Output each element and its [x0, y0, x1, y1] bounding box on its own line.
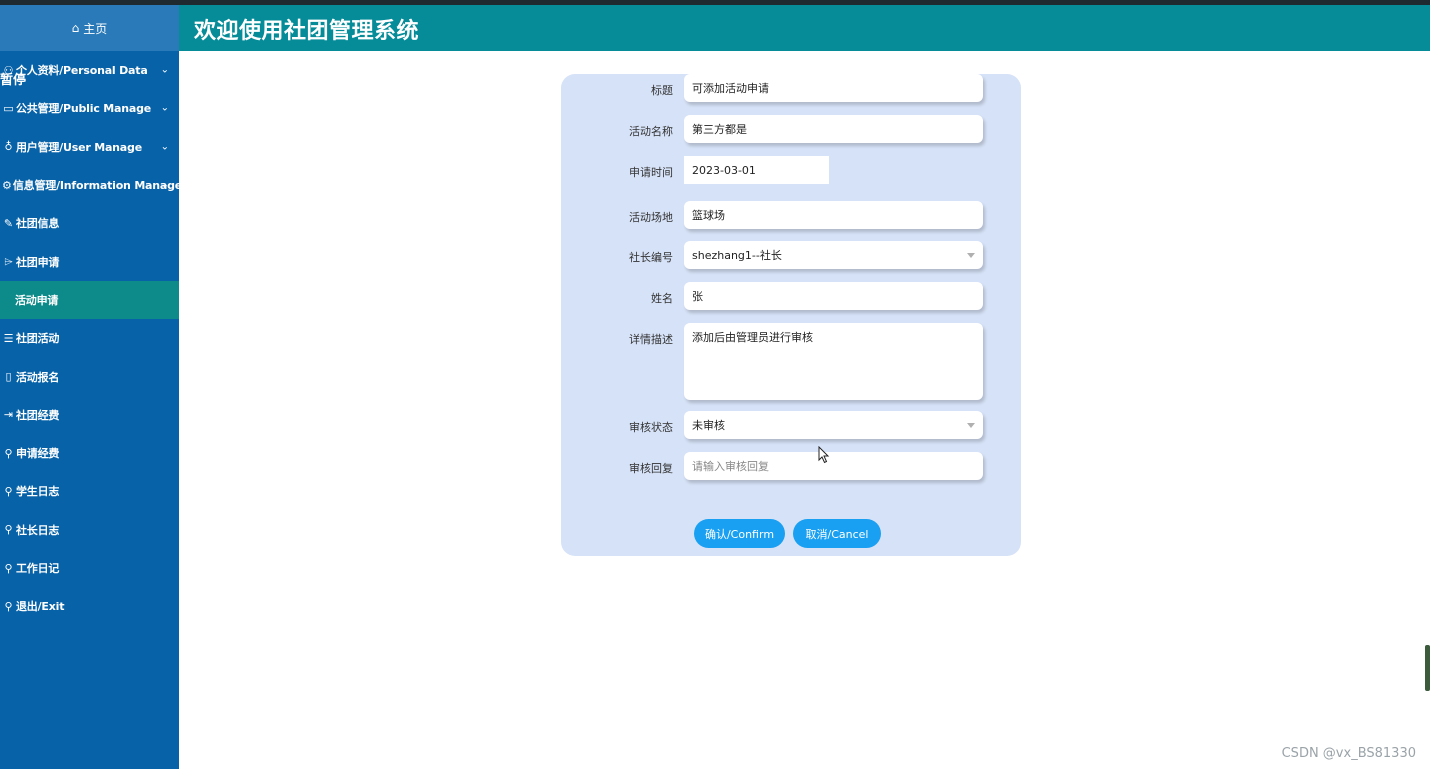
sidebar-item-label: 社团经费	[16, 408, 60, 422]
confirm-button[interactable]: 确认/Confirm	[694, 519, 785, 548]
sidebar-item[interactable]: ✎ 社团信息	[0, 204, 179, 242]
review-status-label: 审核状态	[629, 421, 673, 434]
sidebar-home[interactable]: ⌂ 主页	[0, 5, 179, 51]
sidebar-item[interactable]: ▯ 活动报名	[0, 357, 179, 395]
sidebar-item[interactable]: ☰ 社团活动	[0, 319, 179, 357]
sidebar-item-label: 社团活动	[16, 332, 60, 346]
leader-id-select[interactable]: shezhang1--社长	[684, 241, 983, 269]
venue-input[interactable]: 篮球场	[684, 201, 983, 229]
venue-label: 活动场地	[629, 211, 673, 224]
sidebar-item-label: 信息管理/Information Manage	[12, 179, 179, 193]
activity-apply-form: 标题 可添加活动申请 活动名称 第三方都是 申请时间 2023-03-01 活动…	[561, 74, 1021, 556]
main-content: 标题 可添加活动申请 活动名称 第三方都是 申请时间 2023-03-01 活动…	[179, 51, 1430, 769]
sidebar: ⌂ 主页 ⚇ 个人资料/Personal Data ⌄ ▭ 公共管理/Public Ma…	[0, 5, 179, 769]
cancel-button[interactable]: 取消/Cancel	[793, 519, 881, 548]
home-icon: ⌂	[71, 21, 80, 35]
title-input[interactable]: 可添加活动申请	[684, 74, 983, 102]
mouse-cursor-icon	[818, 446, 830, 464]
page-title: 欢迎使用社团管理系统	[194, 19, 420, 44]
sidebar-item[interactable]: ⚲ 社长日志	[0, 511, 179, 549]
sidebar-item-label: 活动申请	[15, 293, 59, 307]
leader-id-selected-value: shezhang1--社长	[692, 249, 782, 262]
sidebar-item[interactable]: ⚲ 申请经费	[0, 434, 179, 472]
sidebar-item-label: 社团信息	[16, 217, 60, 231]
name-label: 姓名	[651, 292, 673, 305]
apply-time-label: 申请时间	[629, 166, 673, 179]
sidebar-item[interactable]: ⚇ 个人资料/Personal Data ⌄	[0, 51, 179, 89]
activity-name-input[interactable]: 第三方都是	[684, 115, 983, 143]
chevron-down-icon: ⌄	[160, 102, 169, 114]
user-list-icon: ⚲	[4, 561, 13, 575]
sidebar-home-label: 主页	[83, 21, 108, 36]
user-list-icon: ⚲	[4, 523, 13, 537]
name-input[interactable]: 张	[684, 282, 983, 310]
sidebar-item[interactable]: ▭ 公共管理/Public Manage ⌄	[0, 89, 179, 127]
sidebar-item-label: 退出/Exit	[16, 600, 65, 614]
gear-icon: ⚙	[2, 178, 12, 192]
chevron-down-icon: ⌄	[160, 141, 169, 153]
book-icon: ▯	[5, 370, 12, 384]
review-reply-input[interactable]: 请输入审核回复	[684, 452, 983, 480]
leader-id-label: 社长编号	[629, 251, 673, 264]
list-icon: ☰	[3, 331, 14, 345]
user-list-icon: ⚲	[4, 599, 13, 613]
description-textarea[interactable]: 添加后由管理员进行审核	[684, 323, 983, 400]
sidebar-item[interactable]: ⚲ 学生日志	[0, 472, 179, 510]
users-icon: ♁	[4, 140, 13, 154]
user-list-icon: ⚲	[4, 446, 13, 460]
sidebar-item[interactable]: ♁ 用户管理/User Manage ⌄	[0, 128, 179, 166]
scrollbar-handle[interactable]	[1425, 645, 1430, 691]
sidebar-item[interactable]: ⚲ 退出/Exit	[0, 587, 179, 625]
apply-time-date-input[interactable]: 2023-03-01	[684, 156, 829, 184]
user-list-icon: ⚲	[4, 484, 13, 498]
description-label: 详情描述	[629, 333, 673, 346]
activity-name-label: 活动名称	[629, 125, 673, 138]
csdn-watermark: CSDN @vx_BS81330	[1281, 746, 1416, 761]
review-status-select[interactable]: 未审核	[684, 411, 983, 439]
review-reply-label: 审核回复	[629, 462, 673, 475]
review-status-selected-value: 未审核	[692, 419, 725, 432]
monitor-icon: ▭	[3, 101, 14, 115]
title-label: 标题	[651, 84, 673, 97]
sidebar-item-label: 活动报名	[16, 370, 60, 384]
chevron-down-icon: ⌄	[160, 179, 169, 191]
sidebar-item[interactable]: ⇥ 社团经费	[0, 396, 179, 434]
sidebar-item[interactable]: ⚙ 信息管理/Information Manage ⌄	[0, 166, 179, 204]
sidebar-item[interactable]: ⚲ 工作日记	[0, 549, 179, 587]
sidebar-item-label: 学生日志	[16, 485, 60, 499]
tag-icon: ⌲	[4, 254, 13, 268]
sidebar-item-label: 公共管理/Public Manage	[16, 102, 152, 116]
app-header: 欢迎使用社团管理系统	[179, 5, 1430, 51]
sidebar-item-label: 社长日志	[16, 523, 60, 537]
sidebar-item-label: 工作日记	[16, 562, 60, 575]
sidebar-item-label: 个人资料/Personal Data	[16, 64, 148, 78]
sidebar-item-label: 社团申请	[16, 255, 60, 269]
sidebar-item[interactable]: ⌲ 社团申请	[0, 242, 179, 280]
chevron-down-icon: ⌄	[160, 64, 169, 76]
export-icon: ⇥	[3, 408, 14, 422]
sidebar-item-label: 用户管理/User Manage	[16, 140, 142, 154]
pause-overlay-text: 暂停	[0, 73, 27, 88]
sidebar-item-label: 申请经费	[16, 447, 60, 461]
edit-icon: ✎	[3, 216, 14, 230]
sidebar-item[interactable]: 活动申请	[0, 280, 179, 320]
